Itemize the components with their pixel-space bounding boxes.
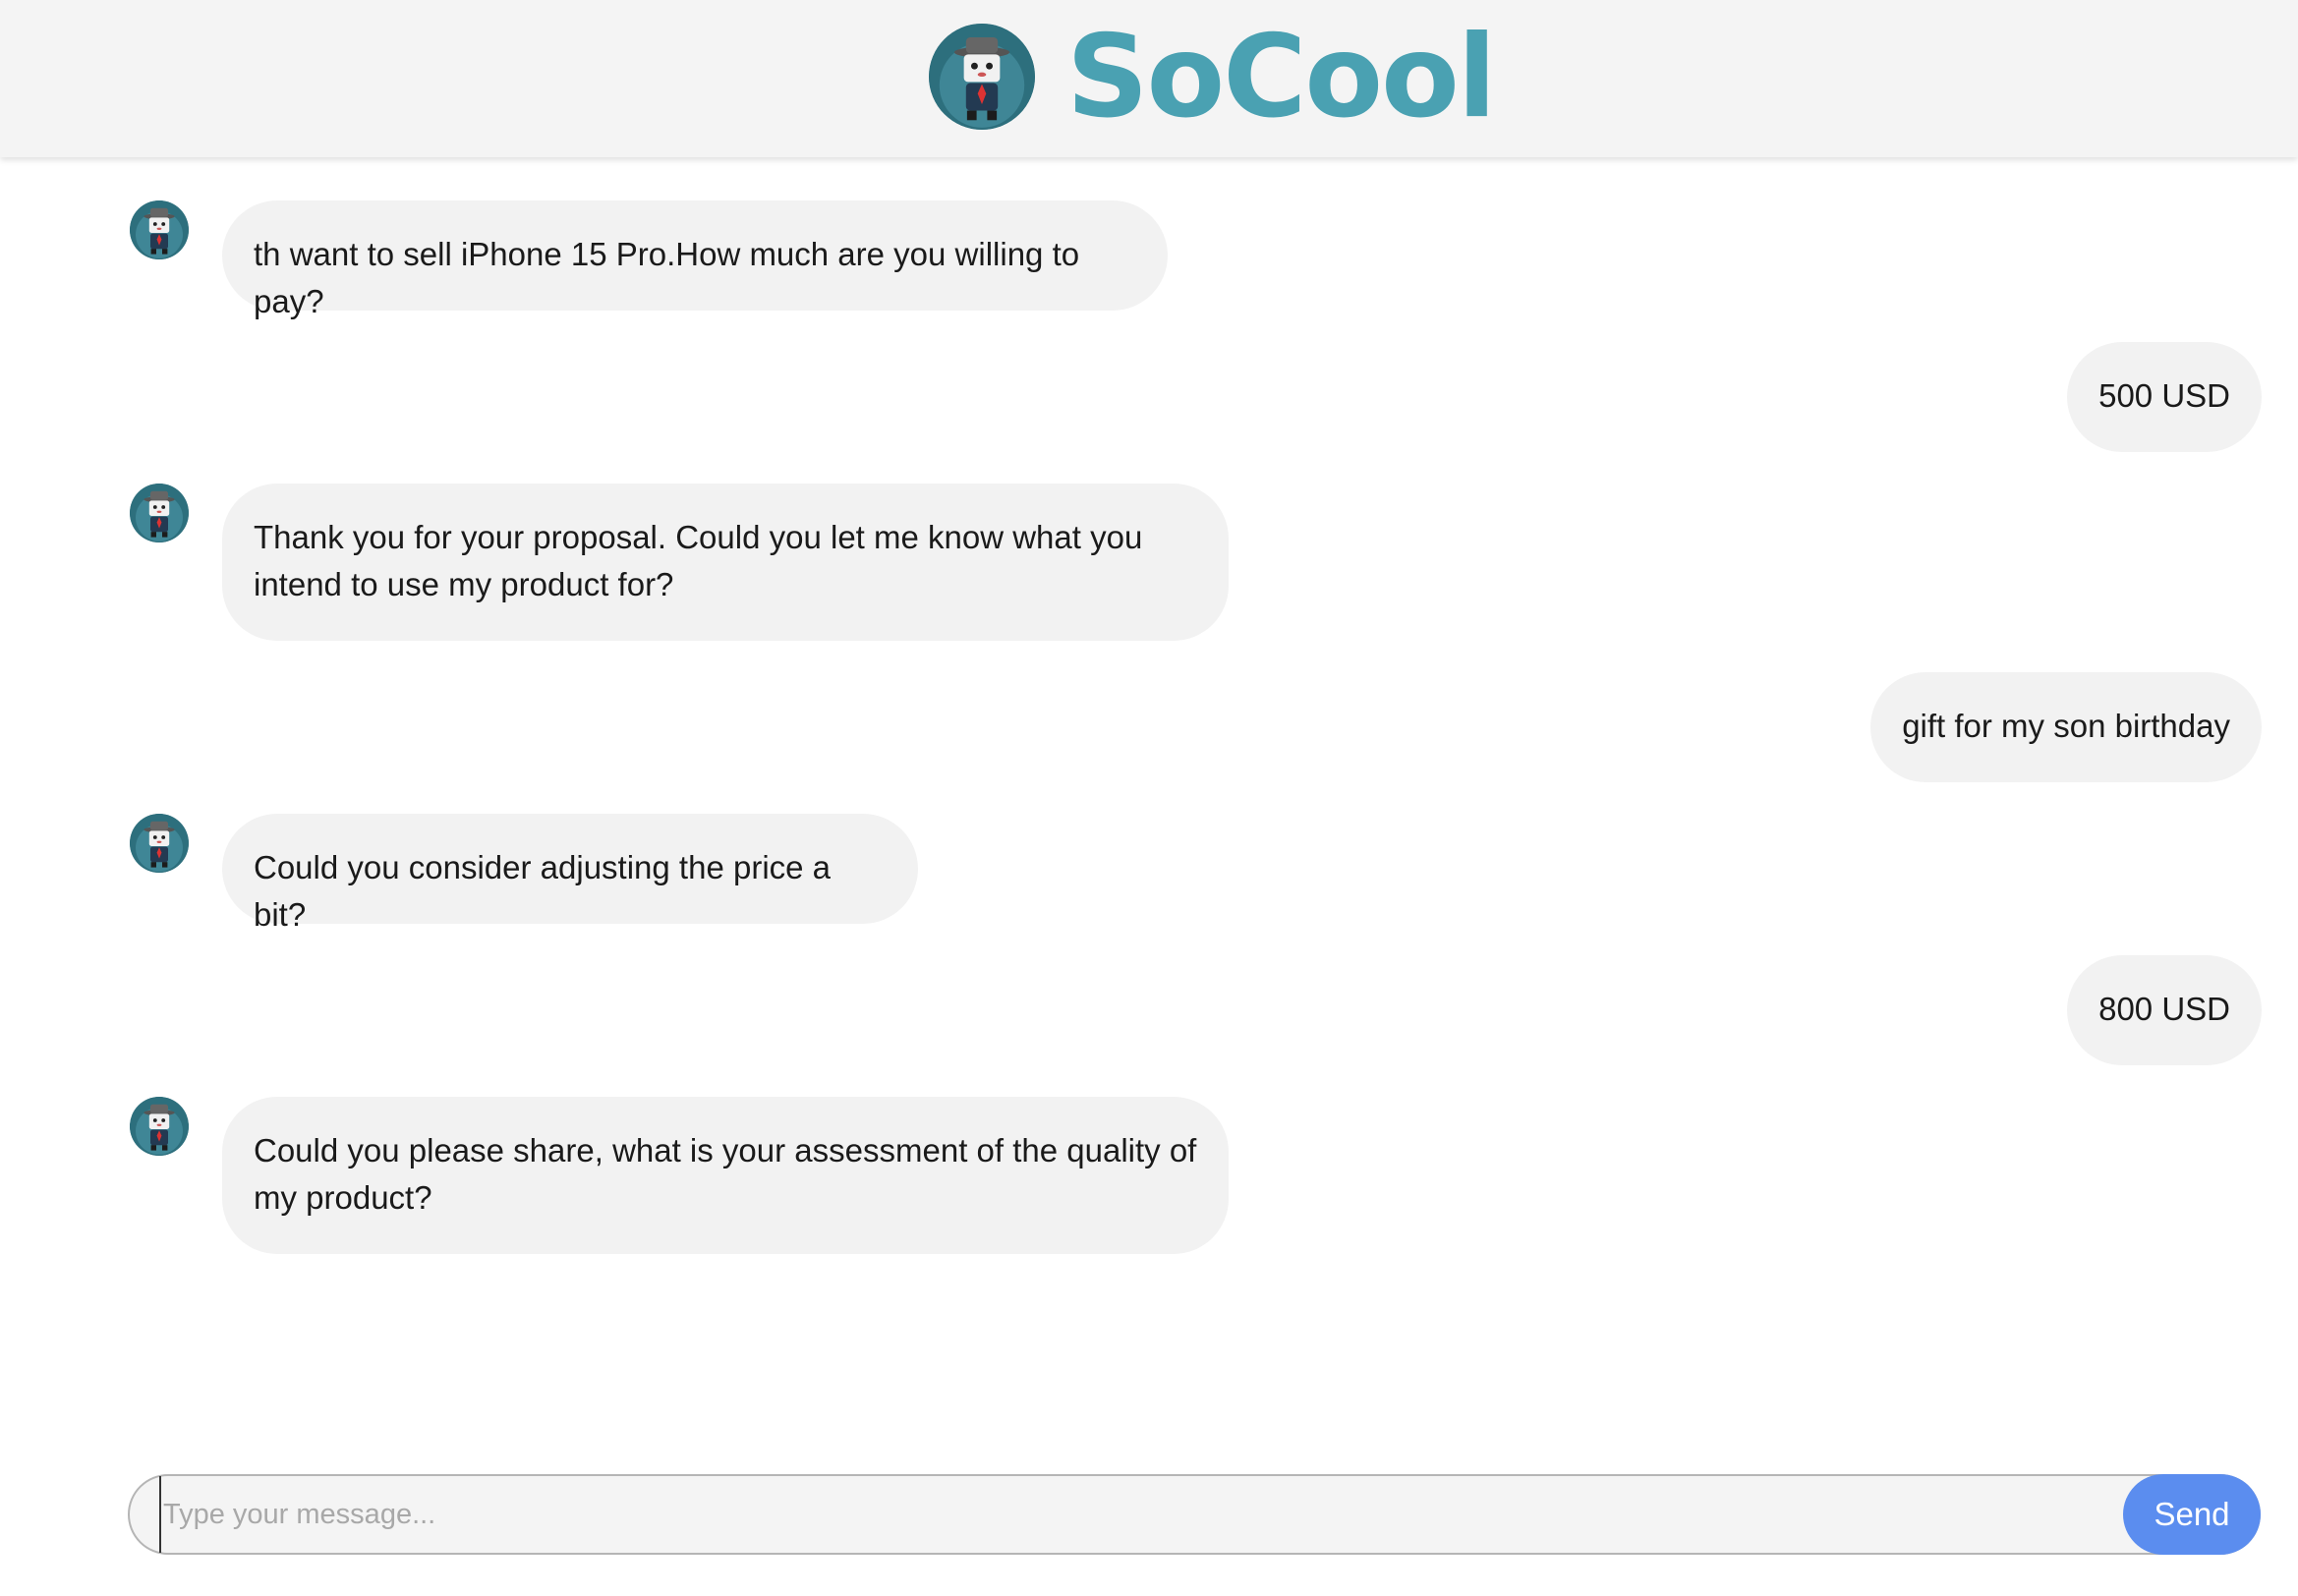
user-message-bubble: 800 USD [2067,955,2262,1065]
bot-message-bubble: Thank you for your proposal. Could you l… [222,484,1229,641]
bot-avatar-icon [130,1097,189,1156]
message-composer: Send [128,1474,2261,1555]
message-input[interactable] [159,1476,1736,1553]
bot-message-bubble: Could you please share, what is your ass… [222,1097,1229,1254]
robot-avatar-logo-icon [929,24,1035,130]
bot-avatar-icon [130,484,189,542]
bot-avatar-icon [130,200,189,259]
send-button[interactable]: Send [2123,1474,2261,1555]
app-header: SoCool [0,0,2298,157]
bot-message-bubble: Could you consider adjusting the price a… [222,814,918,933]
brand-title: SoCool [1066,11,1497,143]
bot-message-bubble: th want to sell iPhone 15 Pro.How much a… [222,200,1168,319]
bot-avatar-icon [130,814,189,873]
chat-messages: th want to sell iPhone 15 Pro.How much a… [0,157,2298,1464]
user-message-bubble: gift for my son birthday [1870,672,2262,782]
user-message-bubble: 500 USD [2067,342,2262,452]
